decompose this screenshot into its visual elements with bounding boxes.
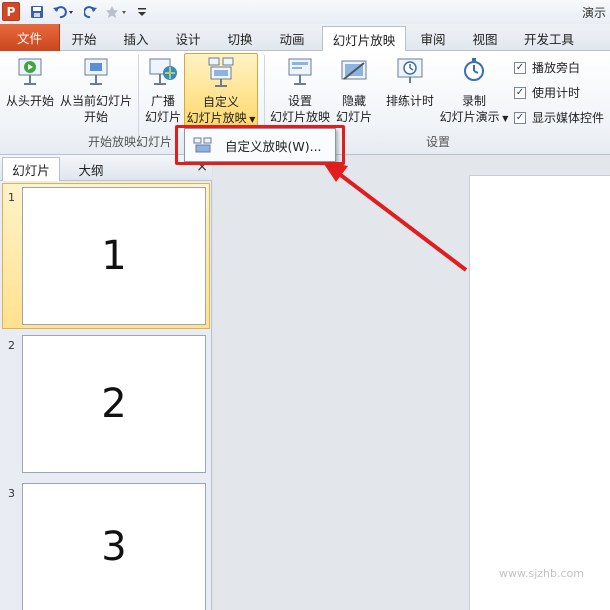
red-arrow-annotation [322,161,468,272]
red-highlight-box [175,125,345,165]
watermark: www.sjzhb.com [499,567,584,580]
